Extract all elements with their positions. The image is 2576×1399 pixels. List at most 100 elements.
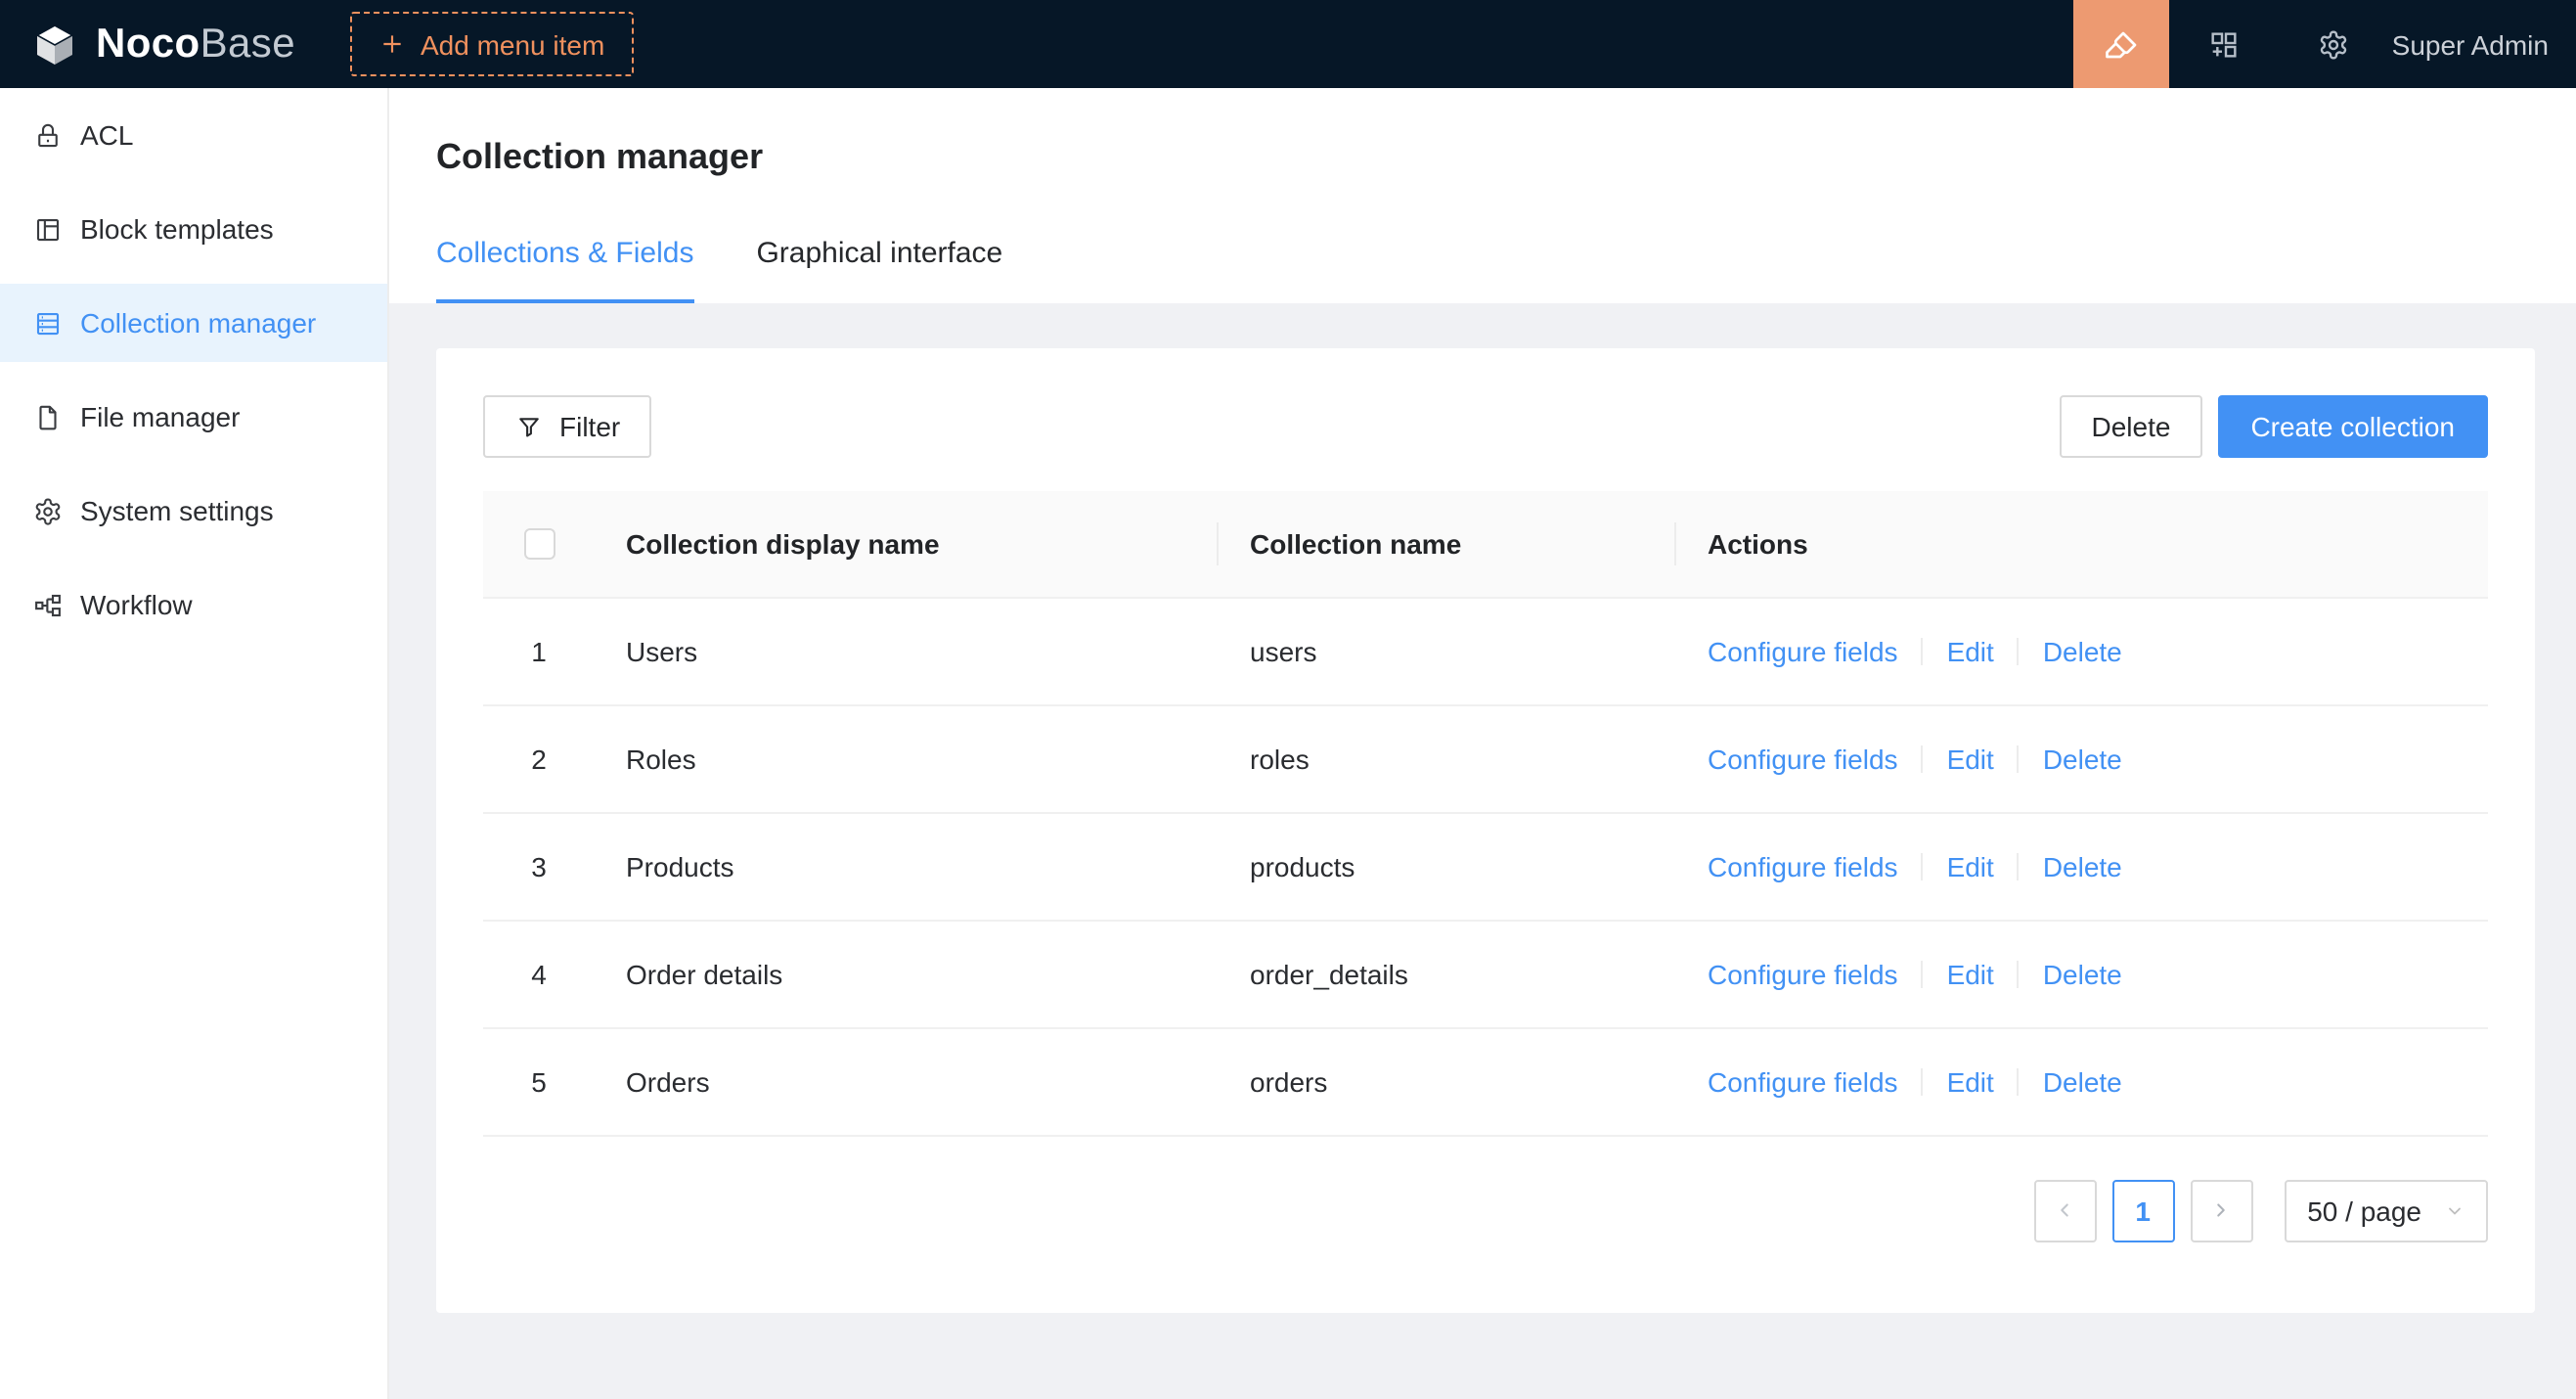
sidebar-item-acl[interactable]: ACL [0,96,387,174]
edit-link[interactable]: Edit [1947,850,1994,881]
chevron-left-icon [2054,1199,2075,1221]
collection-name: roles [1219,704,1676,812]
filter-icon [514,412,544,441]
user-menu[interactable]: Super Admin [2388,28,2576,60]
nocobase-logo[interactable]: NocoBase [31,21,295,68]
collection-name: products [1219,812,1676,920]
sidebar-item-system-settings[interactable]: System settings [0,472,387,550]
collection-display-name: Order details [595,920,1219,1027]
edit-link[interactable]: Edit [1947,1065,1994,1097]
configure-fields-link[interactable]: Configure fields [1708,1065,1898,1097]
action-divider [2018,960,2020,987]
collection-name: order_details [1219,920,1676,1027]
file-icon [31,401,63,432]
action-divider [1922,960,1924,987]
gear-icon [2318,28,2349,60]
table-toolbar: Filter Delete Create collection [483,395,2488,458]
table-header-row: Collection display name Collection name … [483,491,2488,597]
highlighter-icon [2104,26,2139,62]
table-row: 4 Order details order_details Configure … [483,920,2488,1027]
page-number-button[interactable]: 1 [2111,1179,2174,1241]
filter-button[interactable]: Filter [483,395,651,458]
action-divider [2018,852,2020,880]
sidebar-item-collection-manager[interactable]: Collection manager [0,284,387,362]
collection-display-name: Products [595,812,1219,920]
table-row: 1 Users users Configure fields Edit Delete [483,597,2488,704]
delete-link[interactable]: Delete [2043,743,2122,774]
header-right: Super Admin [2073,0,2576,88]
action-divider [2018,745,2020,772]
sidebar-item-block-templates[interactable]: Block templates [0,190,387,268]
next-page-button[interactable] [2190,1179,2252,1241]
create-collection-button[interactable]: Create collection [2217,395,2488,458]
sidebar-item-workflow[interactable]: Workflow [0,565,387,644]
prev-page-button[interactable] [2033,1179,2096,1241]
appstore-add-icon [2208,28,2240,60]
sidebar-item-label: System settings [80,495,274,526]
configure-fields-link[interactable]: Configure fields [1708,850,1898,881]
content-area: Filter Delete Create collection Collecti… [389,303,2576,1399]
row-index: 2 [483,704,595,812]
action-divider [2018,637,2020,664]
collection-display-name: Users [595,597,1219,704]
edit-link[interactable]: Edit [1947,635,1994,666]
action-divider [1922,745,1924,772]
select-all-checkbox[interactable] [523,529,555,561]
chevron-down-icon [2445,1200,2465,1220]
table-row: 2 Roles roles Configure fields Edit Delete [483,704,2488,812]
cube-logo-icon [31,21,78,68]
lock-icon [31,119,63,151]
collection-display-name: Roles [595,704,1219,812]
row-index: 5 [483,1027,595,1135]
delete-link[interactable]: Delete [2043,958,2122,989]
page-title: Collection manager [436,131,2529,182]
sidebar: ACL Block templates Collection manager [0,88,389,1399]
logo-text: NocoBase [96,21,295,68]
edit-link[interactable]: Edit [1947,958,1994,989]
tab-bar: Collections & Fields Graphical interface [436,233,2529,303]
collections-card: Filter Delete Create collection Collecti… [436,348,2535,1313]
action-divider [1922,852,1924,880]
system-settings-button[interactable] [2279,0,2388,88]
row-index: 1 [483,597,595,704]
collection-display-name: Orders [595,1027,1219,1135]
ui-editor-button[interactable] [2073,0,2169,88]
sidebar-item-label: Collection manager [80,307,316,338]
plugins-button[interactable] [2169,0,2279,88]
page-size-select[interactable]: 50 / page [2284,1179,2488,1241]
delete-link[interactable]: Delete [2043,850,2122,881]
tab-graphical-interface[interactable]: Graphical interface [756,233,1002,303]
layout-icon [31,213,63,245]
main-area: Collection manager Collections & Fields … [389,88,2576,1399]
app-window: NocoBase Add menu item [0,0,2576,1399]
tab-collections-and-fields[interactable]: Collections & Fields [436,233,693,303]
table-row: 3 Products products Configure fields Edit… [483,812,2488,920]
table-row: 5 Orders orders Configure fields Edit Dele… [483,1027,2488,1135]
edit-link[interactable]: Edit [1947,743,1994,774]
delete-link[interactable]: Delete [2043,635,2122,666]
add-menu-item-button[interactable]: Add menu item [350,12,634,76]
chevron-right-icon [2210,1199,2232,1221]
configure-fields-link[interactable]: Configure fields [1708,635,1898,666]
collection-name: users [1219,597,1676,704]
configure-fields-link[interactable]: Configure fields [1708,743,1898,774]
action-divider [1922,637,1924,664]
action-divider [1922,1067,1924,1095]
column-header-display-name: Collection display name [595,491,1219,597]
sidebar-item-label: File manager [80,401,240,432]
pagination: 1 50 / page [483,1179,2488,1241]
column-header-actions: Actions [1676,491,2488,597]
sidebar-item-file-manager[interactable]: File manager [0,378,387,456]
plus-icon [379,31,405,57]
row-index: 4 [483,920,595,1027]
top-header: NocoBase Add menu item [0,0,2576,88]
sidebar-item-label: ACL [80,119,133,151]
collection-name: orders [1219,1027,1676,1135]
configure-fields-link[interactable]: Configure fields [1708,958,1898,989]
row-index: 3 [483,812,595,920]
page-header: Collection manager Collections & Fields … [389,88,2576,303]
delete-button[interactable]: Delete [2061,395,2202,458]
delete-link[interactable]: Delete [2043,1065,2122,1097]
column-header-collection-name: Collection name [1219,491,1676,597]
collections-table: Collection display name Collection name … [483,491,2488,1136]
